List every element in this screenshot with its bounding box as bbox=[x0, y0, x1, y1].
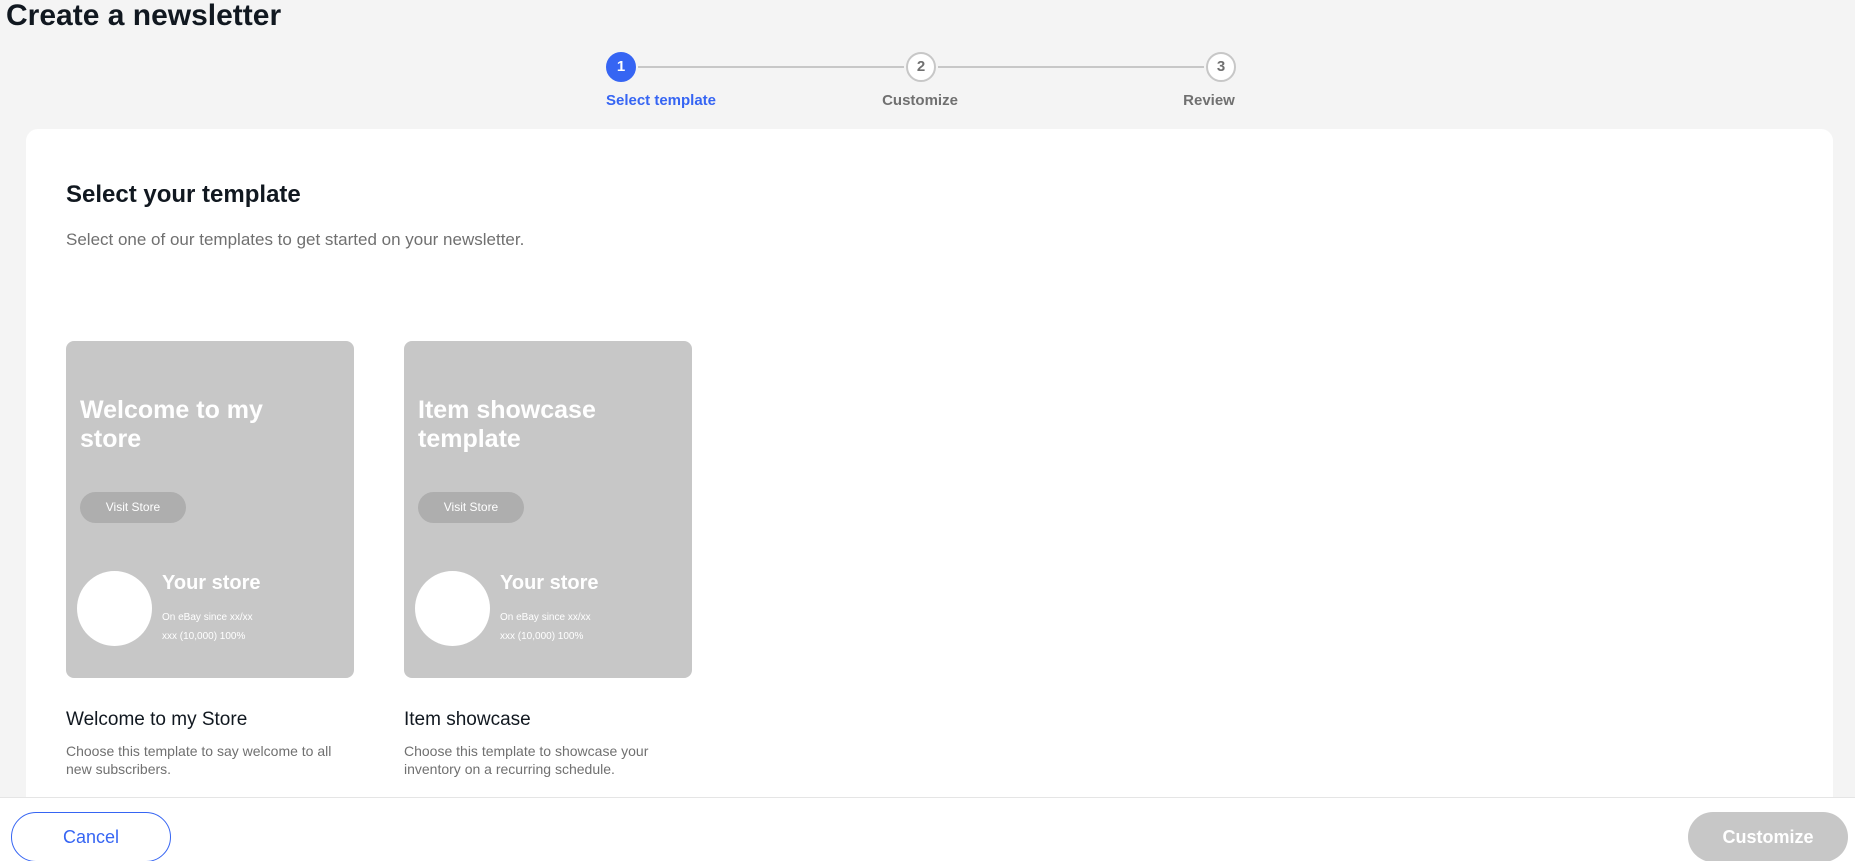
step-2-label: Customize bbox=[882, 92, 958, 109]
step-1-indicator[interactable]: 1 bbox=[606, 52, 636, 82]
template-name: Welcome to my Store bbox=[66, 709, 248, 730]
preview-store-since: On eBay since xx/xx bbox=[500, 612, 591, 623]
step-3-indicator: 3 bbox=[1206, 52, 1236, 82]
action-footer: Cancel Customize bbox=[0, 797, 1855, 861]
newsletter-page: Create a newsletter 1 2 3 Select templat… bbox=[0, 0, 1855, 861]
step-2-indicator: 2 bbox=[906, 52, 936, 82]
preview-store-since: On eBay since xx/xx bbox=[162, 612, 253, 623]
customize-button[interactable]: Customize bbox=[1688, 812, 1848, 861]
template-option-welcome[interactable]: Welcome to my store Visit Store Your sto… bbox=[66, 341, 354, 778]
template-description: Choose this template to showcase your in… bbox=[404, 743, 649, 777]
section-title: Select your template bbox=[66, 181, 301, 208]
step-connector bbox=[638, 66, 904, 68]
template-preview-item-showcase[interactable]: Item showcase template Visit Store Your … bbox=[404, 341, 692, 678]
template-preview-welcome[interactable]: Welcome to my store Visit Store Your sto… bbox=[66, 341, 354, 678]
template-name: Item showcase bbox=[404, 709, 531, 730]
preview-store-rating: xxx (10,000) 100% bbox=[162, 631, 246, 642]
preview-store-rating: xxx (10,000) 100% bbox=[500, 631, 584, 642]
preview-visit-store-button: Visit Store bbox=[80, 492, 186, 523]
section-subtitle: Select one of our templates to get start… bbox=[66, 230, 525, 249]
page-title: Create a newsletter bbox=[6, 0, 282, 32]
template-option-item-showcase[interactable]: Item showcase template Visit Store Your … bbox=[404, 341, 692, 778]
step-1-label: Select template bbox=[605, 92, 717, 109]
preview-store-name: Your store bbox=[162, 572, 261, 594]
preview-visit-store-button: Visit Store bbox=[418, 492, 524, 523]
preview-store-name: Your store bbox=[500, 572, 599, 594]
store-avatar bbox=[415, 571, 490, 646]
cancel-button[interactable]: Cancel bbox=[11, 812, 171, 861]
step-connector bbox=[938, 66, 1204, 68]
step-3-label: Review bbox=[1183, 92, 1235, 109]
store-avatar bbox=[77, 571, 152, 646]
template-description: Choose this template to say welcome to a… bbox=[66, 743, 332, 777]
preview-title: Item showcase template bbox=[418, 396, 596, 453]
template-selection-panel: Select your template Select one of our t… bbox=[26, 129, 1833, 861]
preview-title: Welcome to my store bbox=[80, 396, 263, 453]
progress-stepper: 1 2 3 Select template Customize Review bbox=[0, 50, 1855, 120]
